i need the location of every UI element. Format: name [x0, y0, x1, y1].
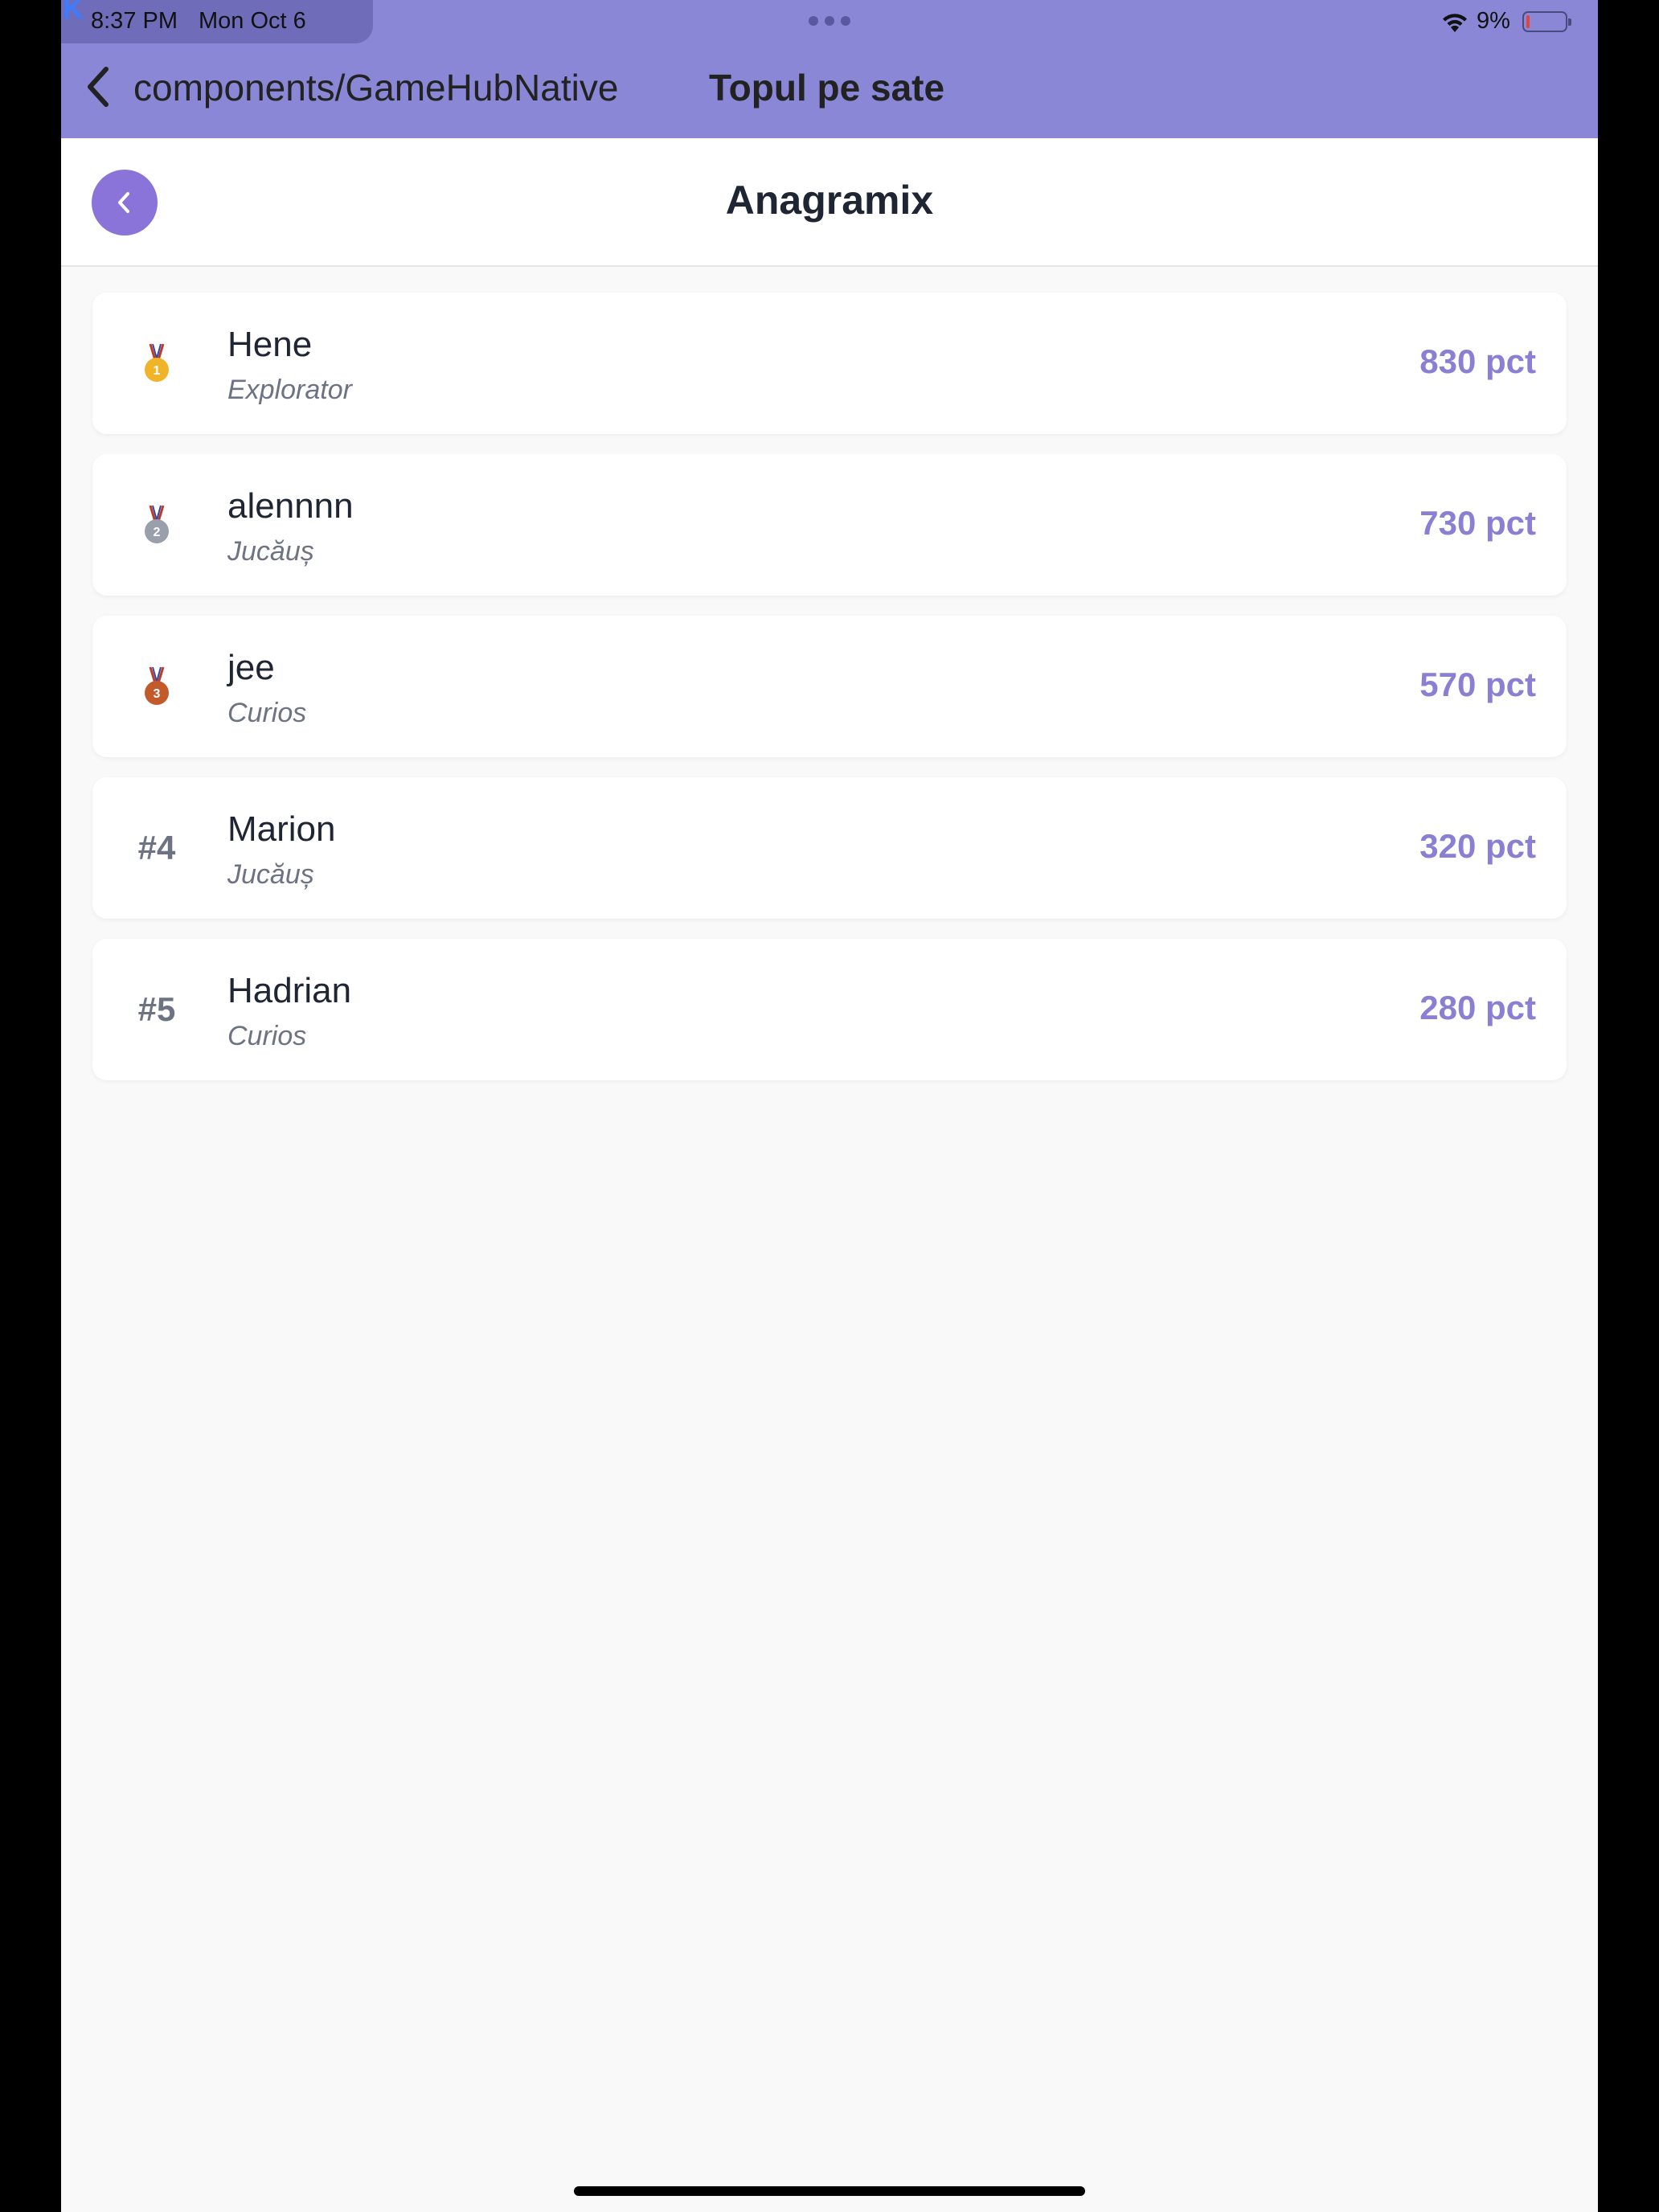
player-title: Jucăuș [227, 859, 314, 890]
svg-text:2: 2 [154, 526, 161, 539]
leaderboard-list: 1 Hene Explorator 830 pct 2 alennnn Jucă… [92, 293, 1567, 1100]
leaderboard-row[interactable]: 1 Hene Explorator 830 pct [92, 293, 1567, 434]
nav-title: Topul pe sate [709, 67, 945, 109]
player-title: Jucăuș [227, 536, 314, 567]
leaderboard-row[interactable]: 3 jee Curios 570 pct [92, 616, 1567, 757]
player-name: jee [227, 648, 275, 687]
battery-icon [1522, 11, 1571, 32]
nav-back-button[interactable]: components/GameHubNative [133, 66, 618, 109]
status-time: 8:37 PM [91, 8, 178, 34]
player-title: Explorator [227, 375, 352, 405]
page-title: Anagramix [725, 178, 934, 223]
rank-slot: #4 [123, 777, 190, 919]
rank-slot: 2 [123, 454, 190, 596]
leaderboard-row[interactable]: #5 Hadrian Curios 280 pct [92, 939, 1567, 1080]
wifi-icon [1443, 14, 1467, 32]
player-name: Marion [227, 809, 336, 849]
bronze-medal-icon: 3 [145, 666, 169, 705]
player-name: alennnn [227, 486, 354, 526]
player-title: Curios [227, 1021, 307, 1051]
player-score: 830 pct [1419, 342, 1536, 380]
top-bar: K 8:37 PM Mon Oct 6 9% components/GameHu… [61, 0, 1598, 138]
app-screen: K 8:37 PM Mon Oct 6 9% components/GameHu… [61, 0, 1598, 2212]
rank-number: #5 [137, 990, 176, 1028]
player-score: 280 pct [1419, 989, 1536, 1026]
player-title: Curios [227, 698, 307, 728]
rank-slot: #5 [123, 939, 190, 1080]
silver-medal-icon: 2 [145, 505, 169, 543]
status-date: Mon Oct 6 [199, 8, 306, 34]
home-indicator[interactable] [574, 2186, 1085, 2196]
gold-medal-icon: 1 [145, 343, 169, 382]
player-score: 730 pct [1419, 504, 1536, 542]
svg-text:1: 1 [154, 364, 161, 378]
rank-number: #4 [137, 829, 176, 866]
chevron-left-icon[interactable] [84, 64, 113, 109]
page-header: Anagramix [61, 138, 1598, 267]
player-score: 320 pct [1419, 827, 1536, 865]
rank-slot: 3 [123, 616, 190, 757]
player-name: Hadrian [227, 971, 352, 1010]
battery-percent: 9% [1477, 8, 1510, 34]
app-corner-icon: K [63, 0, 84, 25]
multitasking-dots-icon[interactable] [809, 16, 850, 27]
rank-slot: 1 [123, 293, 190, 434]
svg-text:3: 3 [154, 687, 161, 701]
player-name: Hene [227, 325, 313, 364]
leaderboard-row[interactable]: #4 Marion Jucăuș 320 pct [92, 777, 1567, 919]
leaderboard-row[interactable]: 2 alennnn Jucăuș 730 pct [92, 454, 1567, 596]
player-score: 570 pct [1419, 666, 1536, 703]
